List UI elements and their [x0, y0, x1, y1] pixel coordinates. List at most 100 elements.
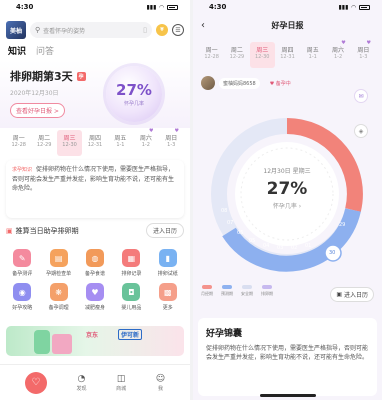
nav-home[interactable]: ♡: [24, 371, 47, 394]
dial-day-label: 04: [263, 243, 270, 249]
enter-calendar-button[interactable]: ▣ 进入日历: [330, 287, 374, 302]
pregnancy-chance-bubble[interactable]: 27% 怀孕几率: [106, 66, 162, 122]
dial-center: 12月30日 星期三 27% 怀孕几率 ›: [247, 166, 327, 210]
care-icon: ❋: [49, 283, 68, 301]
tool-item[interactable]: ◍ 备孕食谱: [77, 249, 113, 277]
tool-item[interactable]: ♥ 减肥瘦身: [77, 283, 113, 311]
day-sun[interactable]: ♥ 周日 1-3: [159, 128, 184, 156]
day-tue[interactable]: 周二 12-29: [31, 130, 56, 156]
heart-icon: ♥: [174, 128, 179, 134]
avatar[interactable]: [201, 76, 215, 90]
dial-day-label: 05: [249, 238, 256, 244]
status-bar: 4:30 ▮▮▮ ◠: [0, 0, 190, 14]
tool-item[interactable]: ❋ 备孕调理: [40, 283, 76, 311]
dial-legend: 月经期 预测期 安全期 排卵期: [201, 285, 273, 297]
page-title: 好孕日报: [271, 20, 304, 30]
tool-item[interactable]: ◉ 好孕攻略: [4, 283, 40, 311]
legend-item: 排卵期: [261, 285, 273, 297]
enter-calendar-button[interactable]: 进入日历: [145, 223, 184, 238]
nav-discover[interactable]: ◔ 发现: [76, 374, 86, 392]
bottom-nav: ♡ ◔ 发现 ◫ 商城 ☺ 我: [0, 364, 190, 400]
search-placeholder: 查看怀孕的姿势: [43, 27, 86, 35]
week-strip: 周一 12-28 周二 12-29 周三 12-30 周四 12-31 周五 1-1 ♥ 周…: [193, 40, 382, 68]
banner-brand-2: 伊可新: [118, 329, 143, 340]
home-screen: 4:30 ▮▮▮ ◠ 美柚 ⚲ 查看怀孕的姿势 ▯ ¥ ☰ 知识 问答 排卵期第…: [0, 0, 190, 400]
chance-percent: 27%: [116, 81, 152, 99]
guide-icon: ◉: [13, 283, 32, 301]
dial-label[interactable]: 怀孕几率 ›: [247, 201, 327, 210]
day-wed[interactable]: 周三 12-30: [249, 42, 275, 68]
tool-item[interactable]: ▦ 排卵记录: [113, 249, 149, 277]
search-box[interactable]: ⚲ 查看怀孕的姿势 ▯: [30, 22, 152, 38]
daily-report-screen: 4:30 ▮▮▮ ◠ ‹ 好孕日报 周一 12-28 周二 12-29 周三 12-3…: [193, 0, 382, 400]
status-badge: ♥ 备孕中: [269, 80, 291, 87]
legend-item: 预测期: [221, 285, 233, 297]
app-logo[interactable]: 美柚: [6, 21, 26, 39]
discover-icon: ◔: [77, 373, 86, 384]
scan-icon[interactable]: ▯: [143, 26, 147, 34]
heart-icon: ♥: [366, 40, 371, 46]
dial-date: 12月30日 星期三: [263, 168, 311, 175]
ovulation-calc-row: ▣ 推算当日助孕排卵期 进入日历: [6, 222, 184, 239]
phase-tag: 孕: [76, 71, 86, 81]
wifi-icon: ◠: [159, 3, 164, 11]
day-mon[interactable]: 周一 12-28: [6, 130, 31, 156]
nav-me[interactable]: ☺ 我: [156, 374, 165, 392]
nav-mall[interactable]: ◫ 商城: [116, 374, 126, 392]
diet-icon: ♥: [85, 283, 104, 301]
cycle-dial: 12月30日 星期三 27% 怀孕几率 › 08 07 06 05 04 03 …: [193, 114, 382, 274]
product-box-image: [52, 334, 72, 354]
day-fri[interactable]: 周五 1-1: [108, 130, 133, 156]
tool-item[interactable]: ▩ 更多: [150, 283, 186, 311]
wifi-icon: ◠: [351, 3, 356, 11]
back-icon[interactable]: ‹: [201, 20, 205, 31]
tip-tag: 求孕知识: [12, 167, 33, 173]
tool-item[interactable]: ◘ 婴儿用品: [113, 283, 149, 311]
legend-item: 安全期: [241, 285, 253, 297]
day-thu[interactable]: 周四 12-31: [82, 130, 107, 156]
tool-item[interactable]: ▮ 排卵试纸: [150, 249, 186, 277]
day-sat[interactable]: ♥ 周六 1-2: [325, 40, 350, 68]
search-icon: ⚲: [35, 26, 41, 34]
dial-day-label: 07: [227, 220, 234, 226]
day-wed[interactable]: 周三 12-30: [56, 130, 83, 156]
mall-icon: ◫: [116, 373, 126, 384]
share-icon[interactable]: ✉: [354, 89, 368, 103]
dial-day-label: 01: [305, 243, 312, 249]
daily-report-button[interactable]: 查看好孕日报 >: [10, 103, 65, 118]
day-mon[interactable]: 周一 12-28: [199, 42, 224, 68]
top-bar: 美柚 ⚲ 查看怀孕的姿势 ▯ ¥ ☰: [0, 14, 190, 40]
dial-day-label: 02: [291, 245, 298, 251]
day-sat[interactable]: ♥ 周六 1-2: [133, 128, 158, 156]
status-time: 4:30: [16, 3, 34, 11]
home-icon: ♡: [24, 371, 47, 394]
heart-icon: ♥: [341, 40, 346, 46]
day-tue[interactable]: 周二 12-29: [224, 42, 249, 68]
daily-report-label: 查看好孕日报 >: [16, 108, 59, 115]
tab-qa[interactable]: 问答: [36, 44, 54, 60]
heart-icon: ♥: [149, 128, 154, 134]
coin-icon[interactable]: ¥: [156, 24, 168, 36]
day-thu[interactable]: 周四 12-31: [275, 42, 300, 68]
battery-icon: [167, 4, 178, 10]
test-strip-icon: ▮: [158, 249, 177, 267]
tool-item[interactable]: ▤ 孕期检查单: [40, 249, 76, 277]
promo-banner[interactable]: 京东 伊可新: [6, 326, 184, 356]
baby-goods-icon: ◘: [122, 283, 141, 301]
tool-item[interactable]: ✎ 备孕测评: [4, 249, 40, 277]
day-sun[interactable]: ♥ 周日 1-3: [351, 40, 376, 68]
day-fri[interactable]: 周五 1-1: [300, 42, 325, 68]
cycle-summary: 排卵期第3天 孕 2020年12月30日 查看好孕日报 > 27% 怀孕几率: [0, 60, 190, 128]
profile-icon: ☺: [155, 373, 166, 384]
product-bottle-image: [34, 330, 50, 354]
tip-text: 促排卵药物在什么情况下使用，需要医生严格指导，否则可能会发生严重并发症，影响生育…: [12, 166, 175, 192]
message-icon[interactable]: ☰: [172, 24, 184, 36]
tips-card[interactable]: 好孕锦囊 促排卵药物在什么情况下使用，需要医生严格指导，否则可能会发生严重并发症…: [198, 318, 377, 396]
tab-knowledge[interactable]: 知识: [8, 44, 26, 63]
nav-header: ‹ 好孕日报: [193, 14, 382, 36]
card-title: 好孕锦囊: [206, 329, 243, 339]
tool-grid: ✎ 备孕测评 ▤ 孕期检查单 ◍ 备孕食谱 ▦ 排卵记录 ▮ 排卵试纸 ◉ 好孕攻略 ❋ 备孕…: [0, 239, 190, 311]
tip-card[interactable]: 求孕知识 促排卵药物在什么情况下使用，需要医生严格指导，否则可能会发生严重并发症…: [6, 160, 184, 218]
week-strip: 周一 12-28 周二 12-29 周三 12-30 周四 12-31 周五 1-1 ♥ 周…: [0, 128, 190, 156]
dial-day-label: 08: [221, 208, 228, 214]
